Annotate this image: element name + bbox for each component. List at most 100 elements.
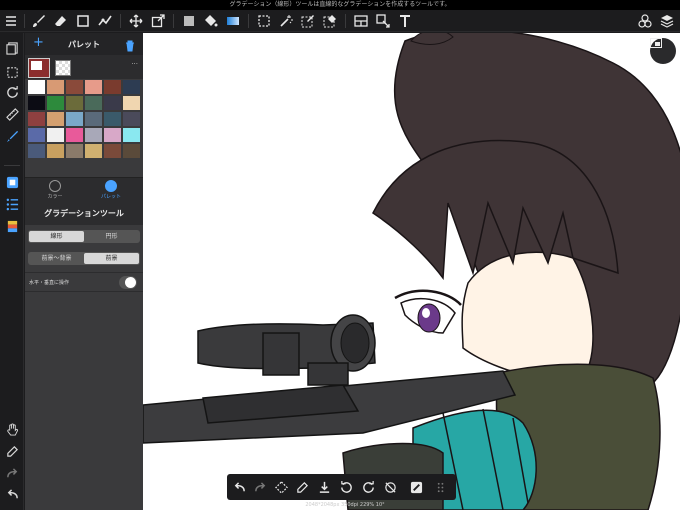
trash-icon[interactable] [125, 37, 135, 56]
palette-swatch[interactable] [85, 128, 102, 142]
redo-icon[interactable] [3, 464, 21, 482]
color-mode-tabs: カラー パレット [25, 177, 143, 203]
menu-icon[interactable] [2, 12, 20, 30]
tab-palette[interactable]: パレット [91, 180, 131, 200]
transform-icon[interactable] [149, 12, 167, 30]
text-icon[interactable] [396, 12, 414, 30]
palette-grid [28, 80, 140, 176]
tool-title: グラデーションツール [25, 203, 143, 225]
palette-swatch[interactable] [28, 96, 45, 110]
redo-icon[interactable] [251, 478, 269, 496]
download-icon[interactable] [315, 478, 333, 496]
navigator-button[interactable] [650, 38, 676, 64]
palette-swatch[interactable] [47, 80, 64, 94]
option-fg-to-bg[interactable]: 前景〜背景 [29, 253, 84, 264]
axis-lock-toggle[interactable] [119, 276, 137, 289]
grip-icon[interactable] [432, 478, 450, 496]
palette-swatch[interactable] [47, 144, 64, 158]
color-panel-icon[interactable] [3, 173, 21, 191]
palette-swatch[interactable] [123, 96, 140, 110]
character-illustration [143, 33, 680, 510]
canvas-info: 2048*2048px 350dpi 229% 10° [305, 502, 385, 508]
palette-swatch[interactable] [85, 96, 102, 110]
layer-property-icon[interactable] [3, 217, 21, 235]
reset-rotation-icon[interactable] [381, 478, 399, 496]
top-toolbar [0, 10, 680, 32]
select-rect-icon[interactable] [255, 12, 273, 30]
axis-lock-label: 水平・垂直に操作 [29, 280, 70, 286]
tab-color[interactable]: カラー [35, 180, 75, 200]
eyedropper-icon[interactable] [3, 442, 21, 460]
brush-icon[interactable] [30, 12, 48, 30]
more-options-button[interactable]: ··· [131, 60, 138, 68]
axis-lock-row: 水平・垂直に操作 [25, 272, 143, 292]
palette-swatch[interactable] [104, 96, 121, 110]
palette-swatch[interactable] [123, 112, 140, 126]
undo-icon[interactable] [3, 485, 21, 503]
palette-swatch[interactable] [85, 144, 102, 158]
eyedropper-icon[interactable] [293, 478, 311, 496]
option-linear[interactable]: 線形 [29, 231, 84, 242]
panel-header: + パレット [25, 33, 143, 55]
select-pen-icon[interactable] [299, 12, 317, 30]
operation-icon[interactable] [374, 12, 392, 30]
eraser-icon[interactable] [52, 12, 70, 30]
palette-swatch[interactable] [123, 128, 140, 142]
rotate-icon[interactable] [3, 83, 21, 101]
gradient-shape-selector: 線形 円形 [28, 230, 140, 243]
transform-selection-icon[interactable] [272, 478, 290, 496]
current-color-row: ··· [25, 55, 143, 79]
fill-color-icon[interactable] [180, 12, 198, 30]
palette-swatch[interactable] [85, 112, 102, 126]
palette-swatch[interactable] [66, 144, 83, 158]
clear-layer-icon[interactable] [407, 478, 425, 496]
gradient-icon[interactable] [224, 12, 242, 30]
palette-swatch[interactable] [66, 80, 83, 94]
main-color-swatch[interactable] [28, 58, 50, 78]
option-radial[interactable]: 円形 [84, 231, 139, 242]
palette-swatch[interactable] [66, 112, 83, 126]
color-panel: + パレット ··· カラー パレット グラデーションツール 線形 円形 前景〜 [25, 33, 143, 510]
undo-icon[interactable] [230, 478, 248, 496]
palette-swatch[interactable] [104, 112, 121, 126]
left-sidebar [0, 33, 24, 510]
rotate-left-icon[interactable] [337, 478, 355, 496]
palette-swatch[interactable] [123, 144, 140, 158]
rotate-right-icon[interactable] [359, 478, 377, 496]
magic-wand-icon[interactable] [277, 12, 295, 30]
palette-swatch[interactable] [85, 80, 102, 94]
material-icon[interactable] [636, 12, 654, 30]
palette-swatch[interactable] [47, 112, 64, 126]
select-eraser-icon[interactable] [321, 12, 339, 30]
palette-swatch[interactable] [66, 128, 83, 142]
layers-icon[interactable] [658, 12, 676, 30]
palette-swatch[interactable] [28, 80, 45, 94]
stroke-edit-icon[interactable] [96, 12, 114, 30]
app-window: グラデーション（線形）ツールは直線的なグラデーションを作成するツールです。 + … [0, 0, 680, 510]
palette-swatch[interactable] [123, 80, 140, 94]
palette-swatch[interactable] [104, 80, 121, 94]
palette-swatch[interactable] [28, 112, 45, 126]
shape-icon[interactable] [74, 12, 92, 30]
palette-swatch[interactable] [104, 144, 121, 158]
pen-settings-icon[interactable] [3, 127, 21, 145]
bucket-icon[interactable] [202, 12, 220, 30]
palette-swatch[interactable] [66, 96, 83, 110]
palette-swatch[interactable] [47, 96, 64, 110]
tab-palette-label: パレット [100, 194, 121, 200]
status-message: グラデーション（線形）ツールは直線的なグラデーションを作成するツールです。 [0, 0, 680, 10]
ruler-icon[interactable] [3, 105, 21, 123]
frame-divider-icon[interactable] [352, 12, 370, 30]
selection-icon[interactable] [3, 63, 21, 81]
palette-swatch[interactable] [104, 128, 121, 142]
brush-list-icon[interactable] [3, 195, 21, 213]
pages-icon[interactable] [3, 39, 21, 57]
move-icon[interactable] [127, 12, 145, 30]
palette-swatch[interactable] [28, 128, 45, 142]
sub-color-swatch[interactable] [55, 60, 71, 76]
hand-icon[interactable] [3, 420, 21, 438]
palette-swatch[interactable] [47, 128, 64, 142]
option-fg[interactable]: 前景 [84, 253, 139, 264]
drawing-canvas[interactable] [143, 33, 680, 510]
palette-swatch[interactable] [28, 144, 45, 158]
